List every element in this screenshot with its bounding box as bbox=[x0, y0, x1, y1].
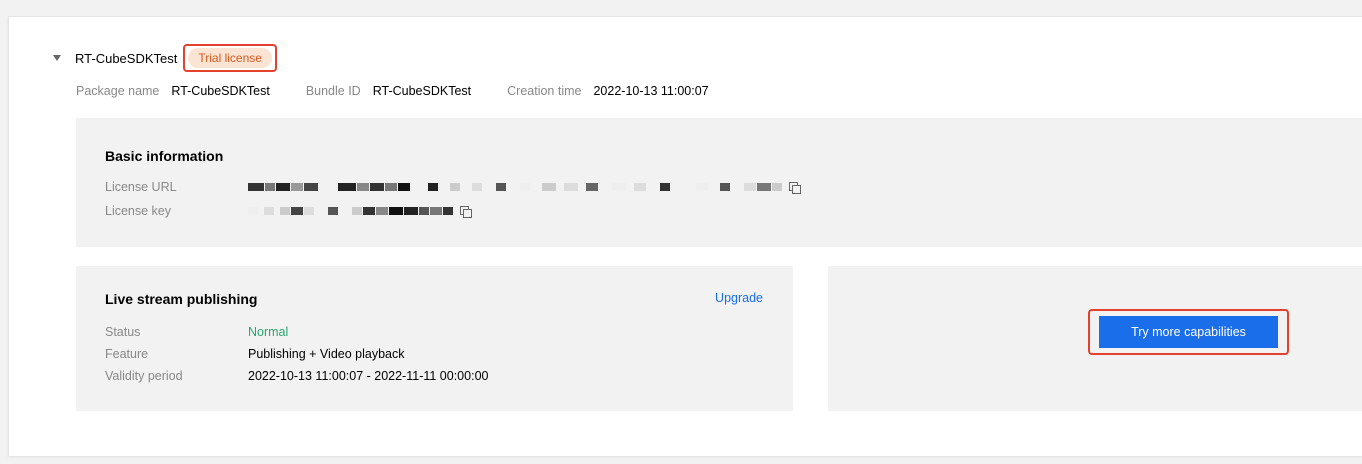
status-value: Normal bbox=[248, 325, 289, 339]
license-header: RT-CubeSDKTest Trial license bbox=[53, 44, 277, 72]
try-button-highlight: Try more capabilities bbox=[1088, 309, 1289, 355]
status-label: Status bbox=[105, 325, 141, 339]
package-name-label: Package name bbox=[76, 84, 160, 98]
copy-icon[interactable] bbox=[460, 206, 472, 218]
license-url-row: License URL bbox=[105, 180, 801, 194]
creation-time-value: 2022-10-13 11:00:07 bbox=[593, 84, 709, 98]
license-card: RT-CubeSDKTest Trial license Package nam… bbox=[8, 16, 1362, 456]
basic-information-title: Basic information bbox=[105, 148, 224, 164]
status-row: Status Normal bbox=[105, 325, 288, 339]
package-name-value: RT-CubeSDKTest bbox=[171, 84, 270, 98]
creation-time-label: Creation time bbox=[507, 84, 582, 98]
copy-icon[interactable] bbox=[789, 182, 801, 194]
license-url-masked bbox=[248, 183, 783, 191]
validity-label: Validity period bbox=[105, 369, 183, 383]
upgrade-link[interactable]: Upgrade bbox=[715, 291, 763, 305]
live-stream-title: Live stream publishing bbox=[105, 291, 258, 307]
try-capabilities-panel: Try more capabilities bbox=[828, 266, 1362, 411]
trial-license-badge: Trial license bbox=[188, 48, 272, 68]
app-name: RT-CubeSDKTest bbox=[75, 50, 178, 66]
bundle-id-label: Bundle ID bbox=[305, 84, 361, 98]
license-key-label: License key bbox=[105, 204, 172, 218]
live-stream-panel: Live stream publishing Upgrade Status No… bbox=[76, 266, 793, 411]
validity-row: Validity period 2022-10-13 11:00:07 - 20… bbox=[105, 369, 488, 383]
feature-row: Feature Publishing + Video playback bbox=[105, 347, 404, 361]
license-url-label: License URL bbox=[105, 180, 177, 194]
license-key-masked bbox=[248, 207, 454, 215]
basic-information-panel: Basic information License URL License ke… bbox=[76, 118, 1362, 247]
feature-value: Publishing + Video playback bbox=[248, 347, 405, 361]
validity-value: 2022-10-13 11:00:07 - 2022-11-11 00:00:0… bbox=[248, 369, 489, 383]
license-key-row: License key bbox=[105, 204, 472, 218]
license-meta: Package name RT-CubeSDKTest Bundle ID RT… bbox=[76, 84, 745, 98]
feature-label: Feature bbox=[105, 347, 149, 361]
try-more-capabilities-button[interactable]: Try more capabilities bbox=[1099, 316, 1278, 348]
caret-down-icon[interactable] bbox=[53, 55, 61, 61]
bundle-id-value: RT-CubeSDKTest bbox=[372, 84, 472, 98]
badge-highlight: Trial license bbox=[183, 44, 277, 72]
